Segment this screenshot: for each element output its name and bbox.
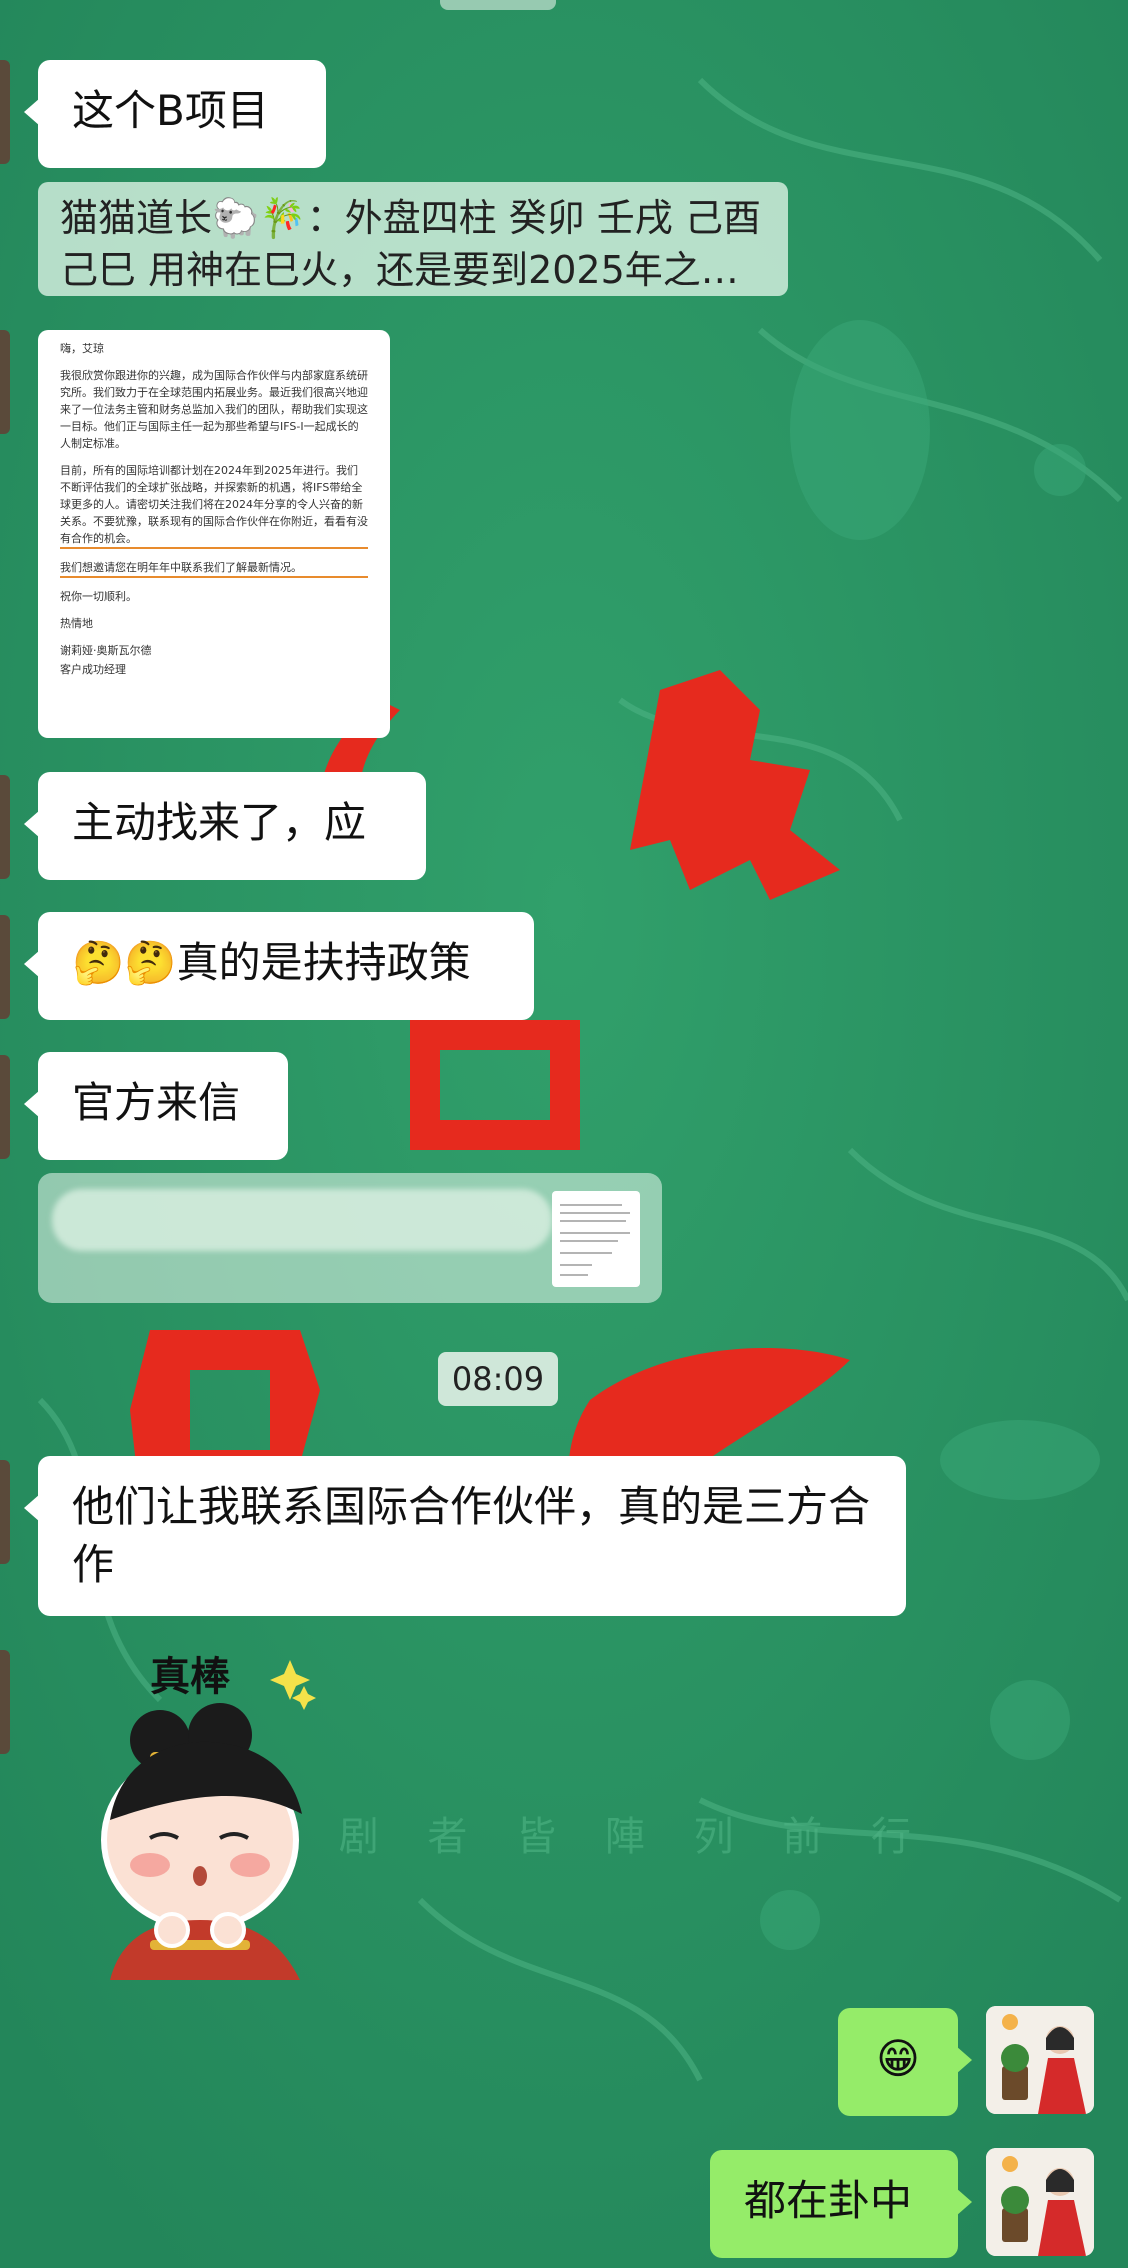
message-bubble[interactable]: 他们让我联系国际合作伙伴，真的是三方合作 bbox=[24, 1456, 906, 1616]
background-watermark: 丞 剧 者 皆 陣 列 前 行 bbox=[250, 1814, 929, 1860]
sender-avatar[interactable] bbox=[0, 915, 10, 1019]
previous-time-pill bbox=[440, 0, 556, 10]
sender-avatar[interactable] bbox=[0, 775, 10, 879]
message-bubble[interactable]: 官方来信 bbox=[24, 1052, 288, 1160]
message-text: 主动找来了，应 bbox=[72, 798, 367, 847]
letter-closing: 热情地 bbox=[60, 617, 93, 630]
letter-signature: 谢莉娅·奥斯瓦尔德 bbox=[60, 644, 152, 657]
letter-paragraph: 我们想邀请您在明年年中联系我们了解最新情况。 bbox=[60, 559, 368, 578]
own-message-bubble[interactable]: 😁 bbox=[838, 2008, 972, 2116]
letter-greeting: 嗨，艾琼 bbox=[60, 342, 104, 355]
letter-paragraph: 目前，所有的国际培训都计划在2024年到2025年进行。我们不断评估我们的全球扩… bbox=[60, 462, 368, 549]
quoted-image-thumbnail[interactable] bbox=[552, 1191, 640, 1287]
message-bubble[interactable]: 这个B项目 bbox=[24, 60, 326, 168]
timestamp: 08:09 bbox=[438, 1352, 558, 1406]
message-text: 都在卦中 bbox=[744, 2176, 913, 2225]
sender-avatar[interactable] bbox=[0, 1460, 10, 1564]
document-icon bbox=[560, 1204, 630, 1276]
message-text: 官方来信 bbox=[72, 1078, 241, 1127]
quoted-message[interactable]: 猫猫道长🐑🎋：外盘四柱 癸卯 壬戌 己酉 己巳 用神在巳火，还是要到2025年之… bbox=[38, 182, 788, 296]
message-bubble[interactable]: 🤔🤔真的是扶持政策 bbox=[24, 912, 534, 1020]
quote-text: 猫猫道长🐑🎋：外盘四柱 癸卯 壬戌 己酉 己巳 用神在巳火，还是要到2025年之… bbox=[60, 196, 761, 292]
blurred-text bbox=[52, 1189, 552, 1251]
sticker-message[interactable]: 真棒 bbox=[90, 1640, 320, 1980]
message-text: 🤔🤔真的是扶持政策 bbox=[72, 938, 471, 987]
own-message-bubble[interactable]: 都在卦中 bbox=[710, 2150, 972, 2258]
message-text: 他们让我联系国际合作伙伴，真的是三方合作 bbox=[72, 1482, 871, 1589]
avatar-image-icon bbox=[986, 2148, 1094, 2256]
message-bubble[interactable]: 主动找来了，应 bbox=[24, 772, 426, 880]
sender-avatar[interactable] bbox=[0, 60, 10, 164]
timestamp-text: 08:09 bbox=[451, 1360, 545, 1398]
own-avatar[interactable] bbox=[986, 2006, 1094, 2114]
message-text: 😁 bbox=[876, 2034, 920, 2083]
letter-closing: 祝你一切顺利。 bbox=[60, 590, 137, 603]
sender-avatar[interactable] bbox=[0, 330, 10, 434]
sender-avatar[interactable] bbox=[0, 1650, 10, 1754]
sticker-caption: 真棒 bbox=[150, 1653, 231, 1700]
letter-title: 客户成功经理 bbox=[60, 663, 126, 676]
girl-sticker-icon: 真棒 bbox=[101, 1653, 316, 1980]
sender-avatar[interactable] bbox=[0, 1055, 10, 1159]
avatar-image-icon bbox=[986, 2006, 1094, 2114]
quoted-image-message[interactable] bbox=[38, 1173, 662, 1303]
image-message[interactable]: 嗨，艾琼 我很欣赏你跟进你的兴趣，成为国际合作伙伴与内部家庭系统研究所。我们致力… bbox=[38, 330, 390, 738]
letter-paragraph: 我很欣赏你跟进你的兴趣，成为国际合作伙伴与内部家庭系统研究所。我们致力于在全球范… bbox=[60, 369, 368, 450]
own-avatar[interactable] bbox=[986, 2148, 1094, 2256]
message-text: 这个B项目 bbox=[72, 86, 269, 135]
